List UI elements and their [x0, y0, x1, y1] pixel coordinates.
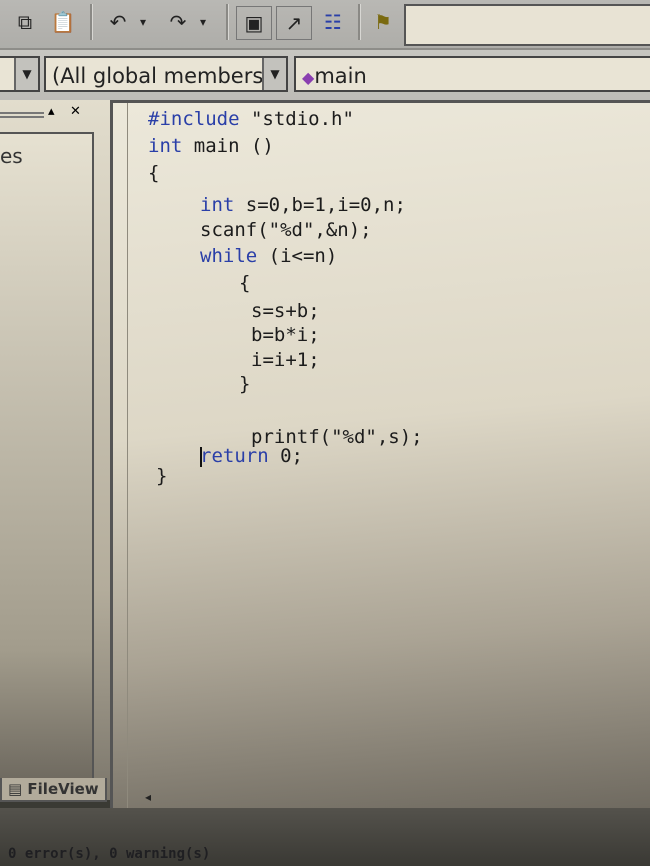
grip[interactable] — [0, 112, 44, 114]
code-token: } — [156, 465, 168, 487]
toolbar: ⧉ 📋 ↶ ▾ ↷ ▾ ▣ ↗ ☷ ⚑ — [0, 0, 650, 50]
workspace-pane: ▴ ✕ es ▤ FileView — [0, 100, 112, 802]
paste-icon[interactable]: 📋 — [48, 6, 78, 38]
toolbar-separator — [358, 4, 361, 40]
code-token: scanf("%d",&n); — [200, 219, 372, 241]
workspace-tree[interactable]: es — [0, 132, 94, 781]
copy-icon[interactable]: ⧉ — [10, 6, 40, 38]
fileview-icon: ▤ — [8, 780, 23, 798]
code-token: } — [239, 373, 251, 395]
maximize-icon[interactable]: ▴ — [48, 104, 55, 119]
workspace-icon[interactable]: ▣ — [236, 6, 272, 40]
code-line[interactable]: return 0; — [200, 444, 303, 468]
class-combo[interactable]: ▼ — [0, 56, 40, 92]
code-token: { — [239, 272, 251, 294]
tree-item[interactable]: es — [0, 144, 23, 168]
toolbar-separator — [90, 4, 93, 40]
function-combo[interactable]: ◆main — [294, 56, 650, 92]
scope-value: (All global members — [52, 64, 264, 88]
code-token: "stdio.h" — [239, 108, 354, 130]
keyword-token: #include — [148, 108, 240, 130]
purple-diamond-member-icon: ◆ — [302, 68, 315, 87]
scroll-left-icon[interactable]: ◂ — [145, 790, 151, 804]
code-line[interactable]: while (i<=n) — [200, 244, 337, 268]
function-value: main — [314, 64, 367, 88]
code-token: 0; — [268, 445, 303, 467]
pane-header: ▴ ✕ — [0, 104, 100, 126]
code-line[interactable]: i=i+1; — [251, 348, 320, 372]
output-window-icon[interactable]: ↗ — [276, 6, 312, 40]
keyword-token: while — [200, 245, 258, 267]
code-line[interactable]: int main () — [148, 134, 274, 158]
keyword-token: int — [148, 135, 183, 157]
code-line[interactable]: #include "stdio.h" — [148, 107, 354, 131]
undo-dropdown-icon[interactable]: ▾ — [136, 6, 150, 38]
code-line[interactable]: } — [156, 464, 167, 488]
code-line[interactable]: scanf("%d",&n); — [200, 218, 372, 242]
code-line[interactable]: b=b*i; — [251, 323, 320, 347]
keyword-token: int — [200, 194, 235, 216]
code-token: { — [148, 162, 160, 184]
close-icon[interactable]: ✕ — [70, 104, 81, 119]
code-line[interactable]: } — [239, 372, 250, 396]
code-line[interactable]: { — [148, 161, 159, 185]
tab-fileview[interactable]: ▤ FileView — [0, 778, 107, 802]
redo-dropdown-icon[interactable]: ▾ — [196, 6, 210, 38]
redo-icon[interactable]: ↷ — [160, 6, 196, 38]
output-window: 0 error(s), 0 warning(s) — [0, 808, 650, 866]
find-input[interactable] — [404, 4, 650, 46]
code-token: (i<=n) — [257, 245, 338, 267]
scope-combo[interactable]: (All global members ▼ — [44, 56, 288, 92]
code-editor[interactable]: #include "stdio.h" int main () { int s=0,b=… — [110, 100, 650, 808]
undo-icon[interactable]: ↶ — [100, 6, 136, 38]
chevron-down-icon[interactable]: ▼ — [262, 58, 286, 90]
editor-gutter — [113, 103, 128, 808]
code-token: i=i+1; — [251, 349, 320, 371]
window-list-icon[interactable]: ☷ — [316, 6, 350, 38]
code-line[interactable]: s=s+b; — [251, 299, 320, 323]
find-in-files-icon[interactable]: ⚑ — [366, 6, 400, 38]
toolbar-separator — [226, 4, 229, 40]
code-token: b=b*i; — [251, 324, 320, 346]
wizard-bar: ▼ (All global members ▼ ◆main — [0, 50, 650, 100]
chevron-down-icon[interactable]: ▼ — [14, 58, 38, 90]
code-token: s=0,b=1,i=0,n; — [234, 194, 406, 216]
code-token: main () — [182, 135, 274, 157]
code-token: s=s+b; — [251, 300, 320, 322]
code-line[interactable]: { — [239, 271, 250, 295]
keyword-token: return — [200, 445, 269, 467]
code-line[interactable]: int s=0,b=1,i=0,n; — [200, 193, 406, 217]
build-status: 0 error(s), 0 warning(s) — [8, 846, 211, 862]
tab-label: FileView — [27, 780, 99, 798]
